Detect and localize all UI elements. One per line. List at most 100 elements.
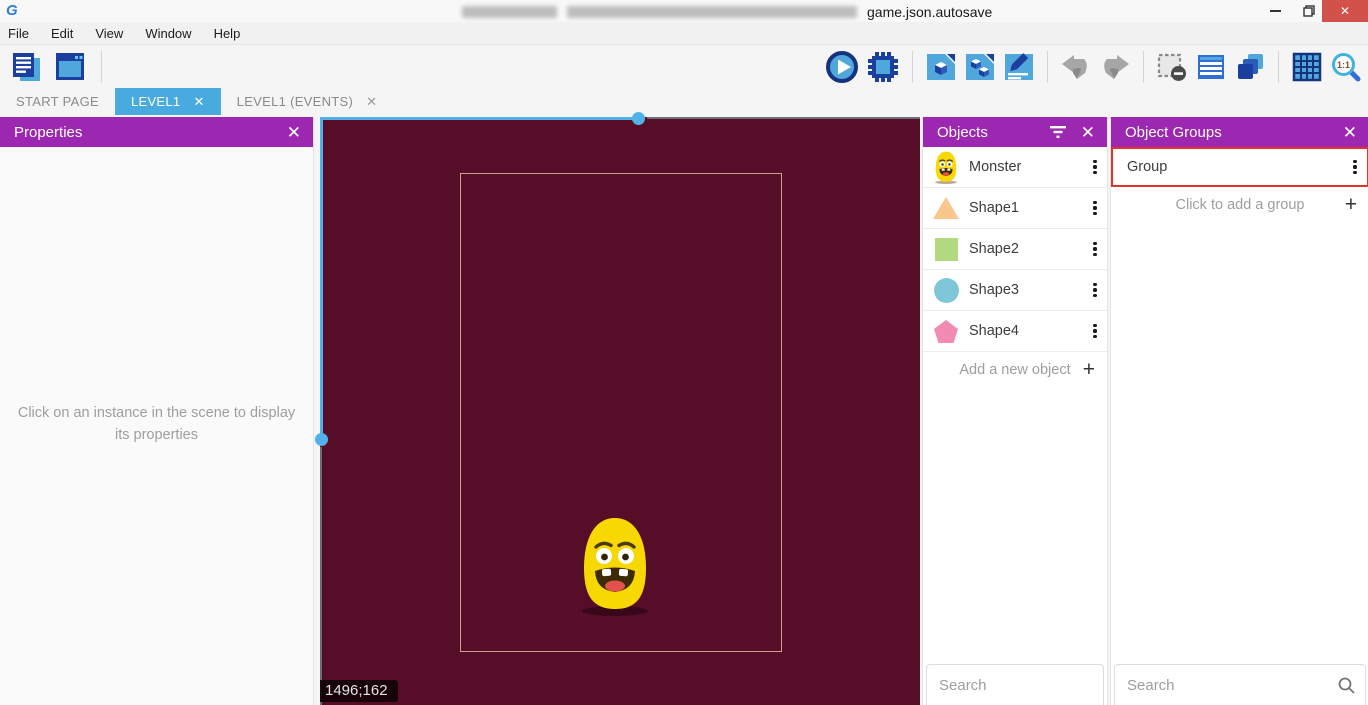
menu-help[interactable]: Help xyxy=(203,22,252,44)
tab-label: LEVEL1 xyxy=(131,94,181,109)
add-group-button[interactable]: Click to add a group + xyxy=(1111,187,1368,223)
object-menu-icon[interactable] xyxy=(1083,283,1107,298)
add-object-button[interactable]: Add a new object + xyxy=(923,352,1107,388)
redacted-path-segment xyxy=(462,6,557,18)
object-name: Shape2 xyxy=(969,241,1083,257)
window-title: game.json.autosave xyxy=(462,4,992,20)
toolbar-divider xyxy=(1278,51,1279,83)
group-menu-icon[interactable] xyxy=(1343,160,1367,175)
app-logo-icon: G xyxy=(6,2,18,19)
main-area: Properties ✕ Click on an instance in the… xyxy=(0,115,1368,705)
tab-label: LEVEL1 (EVENTS) xyxy=(237,94,354,109)
start-page-icon[interactable] xyxy=(52,49,88,85)
vertical-scrollbar-track[interactable] xyxy=(320,447,322,705)
object-menu-icon[interactable] xyxy=(1083,160,1107,175)
menu-window[interactable]: Window xyxy=(134,22,202,44)
object-menu-icon[interactable] xyxy=(1083,201,1107,216)
tab-label: START PAGE xyxy=(16,94,99,109)
object-name: Shape1 xyxy=(969,200,1083,216)
vertical-scrollbar[interactable] xyxy=(320,117,323,440)
toolbar: 1:1 xyxy=(0,45,1368,88)
redacted-path-segment xyxy=(567,6,857,18)
grid-icon[interactable] xyxy=(1291,51,1323,83)
tab-start-page[interactable]: START PAGE xyxy=(0,88,115,115)
edit-scene-icon[interactable] xyxy=(1003,51,1035,83)
vertical-scrollbar-handle[interactable] xyxy=(315,433,328,446)
instances-icon[interactable] xyxy=(964,51,996,83)
horizontal-scrollbar-track[interactable] xyxy=(647,117,920,119)
toolbar-divider xyxy=(1047,51,1048,83)
debug-icon[interactable] xyxy=(866,50,900,84)
square-icon xyxy=(923,238,969,261)
groups-search xyxy=(1114,664,1366,705)
monster-instance[interactable] xyxy=(577,516,653,616)
objects-title: Objects xyxy=(937,124,988,141)
add-object-icon[interactable] xyxy=(925,51,957,83)
close-icon: ✕ xyxy=(1340,4,1350,18)
object-row-shape1[interactable]: Shape1 xyxy=(923,188,1107,229)
toolbar-divider xyxy=(101,51,102,83)
close-panel-icon[interactable]: ✕ xyxy=(287,124,301,141)
svg-text:1:1: 1:1 xyxy=(1337,60,1350,70)
search-icon xyxy=(1338,677,1355,694)
properties-title: Properties xyxy=(14,124,82,141)
tab-level1[interactable]: LEVEL1 ✕ xyxy=(115,88,221,115)
minimize-button[interactable] xyxy=(1258,0,1292,22)
close-panel-icon[interactable]: ✕ xyxy=(1081,124,1095,141)
play-icon[interactable] xyxy=(825,50,859,84)
plus-icon: + xyxy=(1083,358,1095,382)
objects-list-icon[interactable] xyxy=(1195,51,1227,83)
group-name: Group xyxy=(1113,159,1343,175)
objects-header: Objects ✕ xyxy=(923,117,1107,147)
pentagon-icon xyxy=(923,319,969,344)
minimize-icon xyxy=(1270,10,1281,12)
groups-search-input[interactable] xyxy=(1125,676,1338,695)
close-panel-icon[interactable]: ✕ xyxy=(1343,124,1357,141)
monster-sprite xyxy=(577,516,653,616)
group-row[interactable]: Group xyxy=(1111,147,1368,187)
properties-header: Properties ✕ xyxy=(0,117,313,147)
tab-close-icon[interactable]: ✕ xyxy=(366,94,377,110)
object-row-shape4[interactable]: Shape4 xyxy=(923,311,1107,352)
objects-search xyxy=(926,664,1104,705)
restore-button[interactable] xyxy=(1292,0,1326,22)
undo-icon[interactable] xyxy=(1060,52,1092,82)
toolbar-divider xyxy=(912,51,913,83)
object-name: Shape4 xyxy=(969,323,1083,339)
deselect-icon[interactable] xyxy=(1156,51,1188,83)
tab-close-icon[interactable]: ✕ xyxy=(193,94,204,110)
horizontal-scrollbar[interactable] xyxy=(320,117,640,120)
object-menu-icon[interactable] xyxy=(1083,324,1107,339)
monster-icon xyxy=(923,151,969,184)
title-bar: G game.json.autosave ✕ xyxy=(0,0,1368,22)
menu-edit[interactable]: Edit xyxy=(40,22,84,44)
restore-icon xyxy=(1303,5,1315,17)
object-groups-panel: Object Groups ✕ Group Click to add a gro… xyxy=(1110,117,1368,705)
circle-icon xyxy=(923,278,969,303)
scene-canvas[interactable]: 1496;162 xyxy=(320,117,920,705)
object-menu-icon[interactable] xyxy=(1083,242,1107,257)
properties-empty-message: Click on an instance in the scene to dis… xyxy=(16,402,297,447)
tab-level1-events[interactable]: LEVEL1 (EVENTS) ✕ xyxy=(221,88,394,115)
menu-view[interactable]: View xyxy=(84,22,134,44)
object-row-shape2[interactable]: Shape2 xyxy=(923,229,1107,270)
object-name: Monster xyxy=(969,159,1083,175)
object-name: Shape3 xyxy=(969,282,1083,298)
project-manager-icon[interactable] xyxy=(8,49,44,85)
object-row-shape3[interactable]: Shape3 xyxy=(923,270,1107,311)
object-groups-header: Object Groups ✕ xyxy=(1111,117,1368,147)
menu-bar: File Edit View Window Help xyxy=(0,22,1368,45)
add-object-label: Add a new object xyxy=(959,362,1070,378)
layers-icon[interactable] xyxy=(1234,51,1266,83)
properties-panel: Properties ✕ Click on an instance in the… xyxy=(0,117,314,705)
plus-icon: + xyxy=(1345,193,1357,217)
toolbar-divider xyxy=(1143,51,1144,83)
zoom-1-1-icon[interactable]: 1:1 xyxy=(1330,51,1362,83)
tab-bar: START PAGE LEVEL1 ✕ LEVEL1 (EVENTS) ✕ xyxy=(0,88,1368,115)
close-button[interactable]: ✕ xyxy=(1322,0,1368,22)
horizontal-scrollbar-handle[interactable] xyxy=(632,112,645,125)
menu-file[interactable]: File xyxy=(0,22,40,44)
filter-icon[interactable] xyxy=(1049,125,1067,139)
object-row-monster[interactable]: Monster xyxy=(923,147,1107,188)
redo-icon[interactable] xyxy=(1099,52,1131,82)
